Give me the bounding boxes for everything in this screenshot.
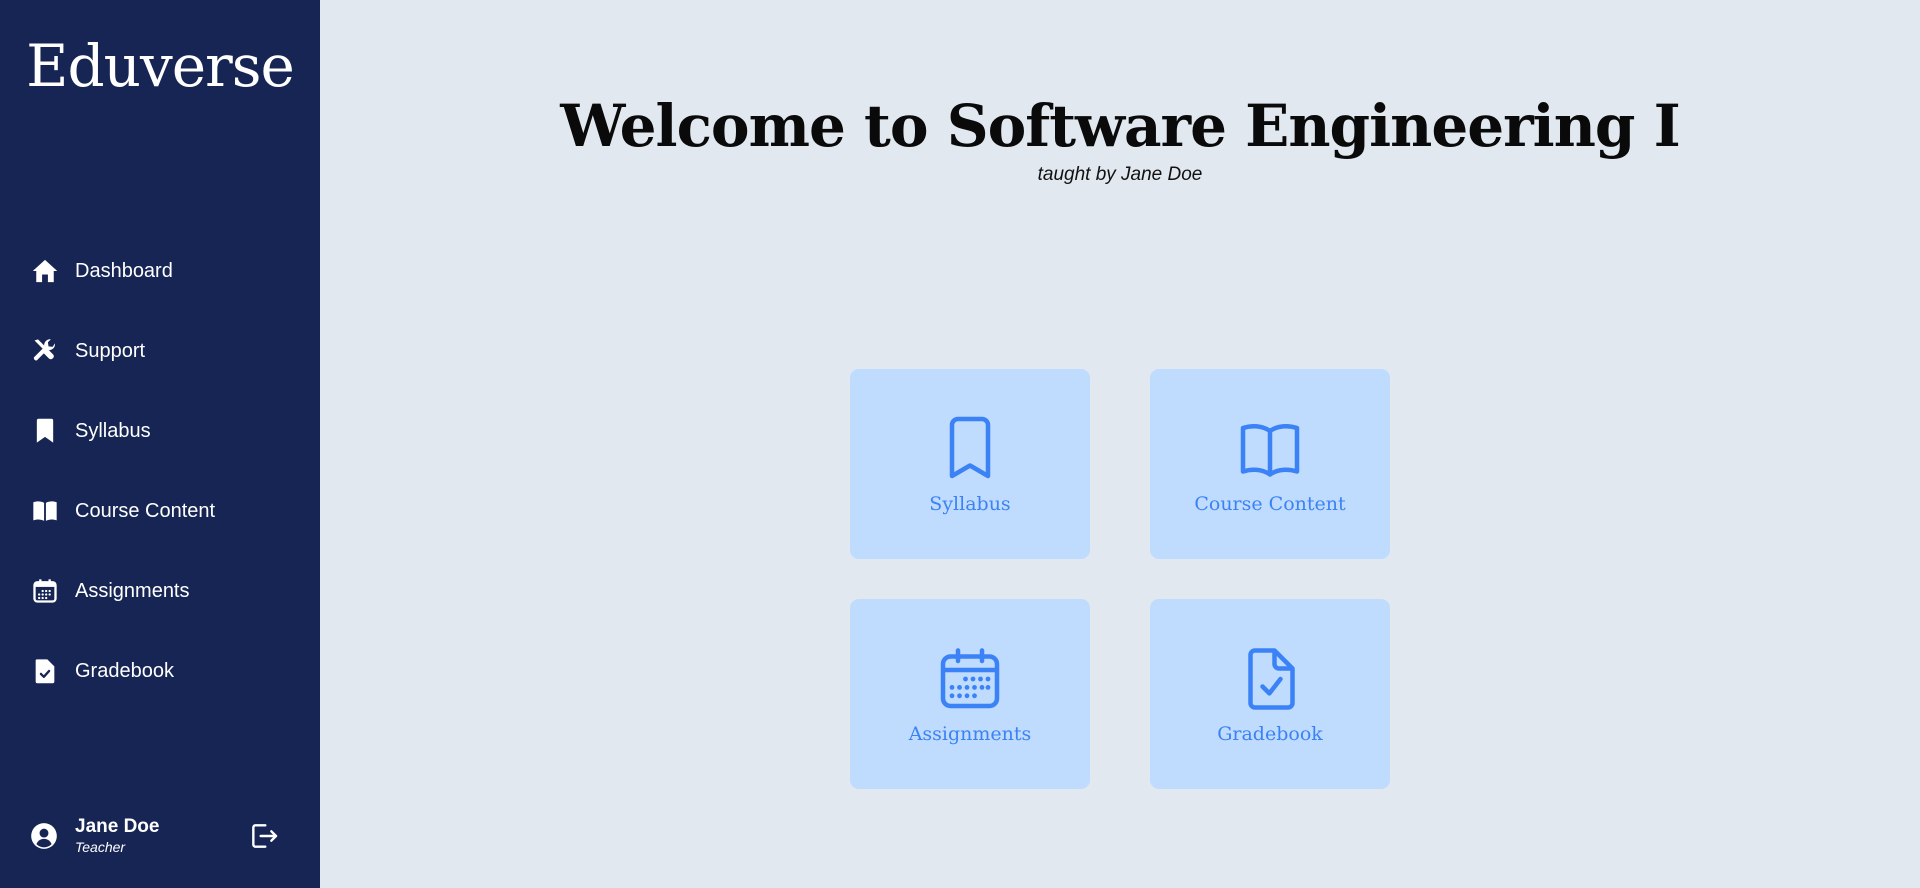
gradebook-card[interactable]: Gradebook <box>1150 599 1390 789</box>
sidebar-item-label: Dashboard <box>75 259 173 282</box>
brand-logo: Eduverse <box>26 32 295 100</box>
calendar-icon <box>850 643 1090 715</box>
card-label: Course Content <box>1194 493 1346 515</box>
logout-icon[interactable] <box>248 820 280 852</box>
file-check-icon <box>1150 643 1390 715</box>
user-profile: Jane Doe Teacher <box>30 812 280 860</box>
card-label: Gradebook <box>1217 723 1323 745</box>
calendar-icon <box>30 576 60 606</box>
book-open-icon <box>30 496 60 526</box>
sidebar-item-label: Assignments <box>75 579 190 602</box>
sidebar-item-course-content[interactable]: Course Content <box>0 471 320 551</box>
course-content-card[interactable]: Course Content <box>1150 369 1390 559</box>
syllabus-card[interactable]: Syllabus <box>850 369 1090 559</box>
page-title: Welcome to Software Engineering I <box>560 92 1681 160</box>
sidebar: Eduverse Dashboard Support Syllabus Cour… <box>0 0 320 888</box>
user-circle-icon <box>30 822 58 850</box>
page-subtitle: taught by Jane Doe <box>1037 164 1203 185</box>
bookmark-icon <box>30 416 60 446</box>
sidebar-item-label: Course Content <box>75 499 216 522</box>
sidebar-item-support[interactable]: Support <box>0 311 320 391</box>
sidebar-item-gradebook[interactable]: Gradebook <box>0 631 320 711</box>
sidebar-nav: Dashboard Support Syllabus Course Conten… <box>0 231 320 711</box>
assignments-card[interactable]: Assignments <box>850 599 1090 789</box>
card-label: Assignments <box>908 723 1032 745</box>
sidebar-item-dashboard[interactable]: Dashboard <box>0 231 320 311</box>
book-open-icon <box>1150 413 1390 485</box>
sidebar-item-label: Support <box>75 339 146 362</box>
home-icon <box>30 256 60 286</box>
user-name: Jane Doe <box>75 816 160 837</box>
sidebar-item-assignments[interactable]: Assignments <box>0 551 320 631</box>
user-role: Teacher <box>75 839 126 855</box>
sidebar-item-label: Gradebook <box>75 659 174 682</box>
file-check-icon <box>30 656 60 686</box>
sidebar-item-label: Syllabus <box>75 419 151 442</box>
card-label: Syllabus <box>929 493 1011 515</box>
sidebar-item-syllabus[interactable]: Syllabus <box>0 391 320 471</box>
tools-icon <box>30 336 60 366</box>
bookmark-icon <box>850 413 1090 485</box>
main-content: Welcome to Software Engineering I taught… <box>320 0 1920 888</box>
user-info: Jane Doe Teacher <box>75 816 159 856</box>
